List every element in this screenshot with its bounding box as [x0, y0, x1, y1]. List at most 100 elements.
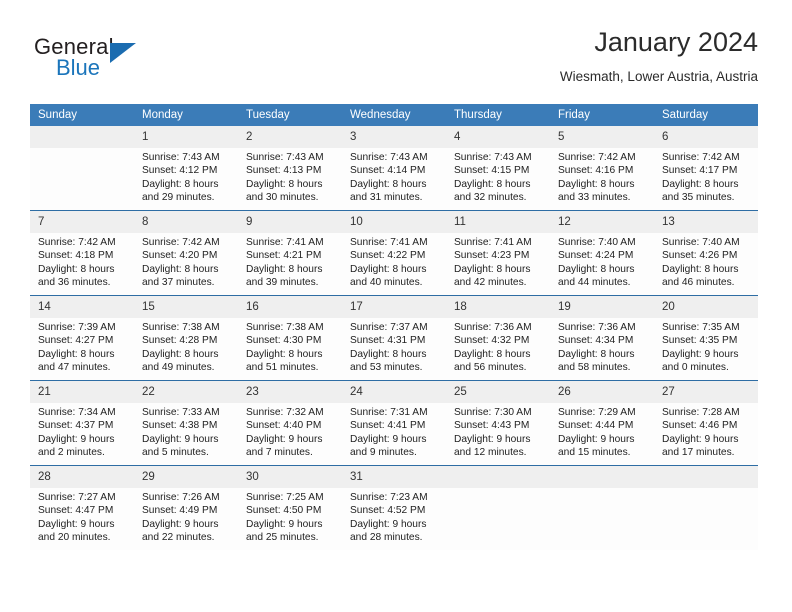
daylight-text-line1: Daylight: 9 hours	[38, 518, 115, 530]
day-cell[interactable]: 15 Sunrise: 7:38 AM Sunset: 4:28 PM Dayligh…	[134, 296, 238, 380]
daylight-text-line2: and 32 minutes.	[454, 192, 527, 204]
general-blue-logo[interactable]: General Blue	[34, 34, 149, 86]
day-details: Sunrise: 7:38 AM Sunset: 4:28 PM Daylight:…	[134, 318, 238, 375]
daylight-text-line2: and 2 minutes.	[38, 447, 105, 459]
sunrise-text: Sunrise: 7:23 AM	[350, 492, 428, 503]
calendar-cell: 11 Sunrise: 7:41 AM Sunset: 4:23 PM Dayligh…	[446, 210, 550, 296]
sunrise-text: Sunrise: 7:41 AM	[454, 237, 532, 248]
day-details: Sunrise: 7:26 AM Sunset: 4:49 PM Daylight:…	[134, 488, 238, 545]
daylight-text-line1: Daylight: 8 hours	[38, 348, 115, 360]
sunset-text: Sunset: 4:15 PM	[454, 165, 530, 177]
page-title: January 2024	[594, 27, 758, 57]
calendar-week-row: 21 Sunrise: 7:34 AM Sunset: 4:37 PM Dayligh…	[30, 380, 758, 466]
day-details: Sunrise: 7:30 AM Sunset: 4:43 PM Daylight:…	[446, 403, 550, 460]
day-cell	[550, 466, 654, 550]
day-cell[interactable]: 29 Sunrise: 7:26 AM Sunset: 4:49 PM Dayligh…	[134, 466, 238, 550]
day-cell[interactable]: 13 Sunrise: 7:40 AM Sunset: 4:26 PM Dayligh…	[654, 211, 758, 295]
daylight-text-line2: and 30 minutes.	[246, 192, 319, 204]
calendar-cell: 27 Sunrise: 7:28 AM Sunset: 4:46 PM Dayligh…	[654, 380, 758, 466]
day-cell[interactable]: 6 Sunrise: 7:42 AM Sunset: 4:17 PM Daylight…	[654, 126, 758, 210]
day-details: Sunrise: 7:43 AM Sunset: 4:12 PM Daylight:…	[134, 148, 238, 205]
day-cell[interactable]: 22 Sunrise: 7:33 AM Sunset: 4:38 PM Dayligh…	[134, 381, 238, 465]
day-cell[interactable]: 11 Sunrise: 7:41 AM Sunset: 4:23 PM Dayligh…	[446, 211, 550, 295]
day-cell[interactable]: 27 Sunrise: 7:28 AM Sunset: 4:46 PM Dayligh…	[654, 381, 758, 465]
day-number: 23	[238, 381, 342, 403]
daylight-text-line2: and 46 minutes.	[662, 277, 735, 289]
day-cell[interactable]: 30 Sunrise: 7:25 AM Sunset: 4:50 PM Dayligh…	[238, 466, 342, 550]
day-cell[interactable]: 18 Sunrise: 7:36 AM Sunset: 4:32 PM Dayligh…	[446, 296, 550, 380]
day-cell[interactable]: 14 Sunrise: 7:39 AM Sunset: 4:27 PM Dayligh…	[30, 296, 134, 380]
daylight-text-line2: and 22 minutes.	[142, 532, 215, 544]
calendar-cell: 14 Sunrise: 7:39 AM Sunset: 4:27 PM Dayligh…	[30, 295, 134, 381]
day-cell[interactable]: 3 Sunrise: 7:43 AM Sunset: 4:14 PM Daylight…	[342, 126, 446, 210]
day-number: 8	[134, 211, 238, 233]
calendar-cell: 8 Sunrise: 7:42 AM Sunset: 4:20 PM Daylight…	[134, 210, 238, 296]
sunrise-text: Sunrise: 7:36 AM	[454, 322, 532, 333]
day-number: 9	[238, 211, 342, 233]
daylight-text-line2: and 9 minutes.	[350, 447, 417, 459]
calendar-cell: 28 Sunrise: 7:27 AM Sunset: 4:47 PM Dayligh…	[30, 465, 134, 550]
day-cell[interactable]: 19 Sunrise: 7:36 AM Sunset: 4:34 PM Dayligh…	[550, 296, 654, 380]
day-cell[interactable]: 26 Sunrise: 7:29 AM Sunset: 4:44 PM Dayligh…	[550, 381, 654, 465]
day-details: Sunrise: 7:36 AM Sunset: 4:34 PM Daylight:…	[550, 318, 654, 375]
sunrise-text: Sunrise: 7:40 AM	[662, 237, 740, 248]
daylight-text-line1: Daylight: 8 hours	[142, 178, 219, 190]
day-cell[interactable]: 23 Sunrise: 7:32 AM Sunset: 4:40 PM Dayligh…	[238, 381, 342, 465]
day-cell[interactable]: 28 Sunrise: 7:27 AM Sunset: 4:47 PM Dayligh…	[30, 466, 134, 550]
calendar-cell	[550, 465, 654, 550]
day-cell[interactable]: 31 Sunrise: 7:23 AM Sunset: 4:52 PM Dayligh…	[342, 466, 446, 550]
day-number: 25	[446, 381, 550, 403]
calendar-week-row: 7 Sunrise: 7:42 AM Sunset: 4:18 PM Daylight…	[30, 210, 758, 296]
calendar-grid: Sunday Monday Tuesday Wednesday Thursday…	[30, 104, 758, 550]
sunset-text: Sunset: 4:41 PM	[350, 420, 426, 432]
calendar-cell	[654, 465, 758, 550]
day-number: 7	[30, 211, 134, 233]
calendar-cell: 7 Sunrise: 7:42 AM Sunset: 4:18 PM Daylight…	[30, 210, 134, 296]
daylight-text-line1: Daylight: 9 hours	[246, 518, 323, 530]
weekday-header-thursday: Thursday	[446, 104, 550, 126]
calendar-cell: 24 Sunrise: 7:31 AM Sunset: 4:41 PM Dayligh…	[342, 380, 446, 466]
day-cell[interactable]: 1 Sunrise: 7:43 AM Sunset: 4:12 PM Daylight…	[134, 126, 238, 210]
day-cell[interactable]: 8 Sunrise: 7:42 AM Sunset: 4:20 PM Daylight…	[134, 211, 238, 295]
day-details: Sunrise: 7:27 AM Sunset: 4:47 PM Daylight:…	[30, 488, 134, 545]
day-cell[interactable]: 2 Sunrise: 7:43 AM Sunset: 4:13 PM Daylight…	[238, 126, 342, 210]
sunrise-text: Sunrise: 7:42 AM	[38, 237, 116, 248]
day-cell[interactable]: 17 Sunrise: 7:37 AM Sunset: 4:31 PM Dayligh…	[342, 296, 446, 380]
day-cell[interactable]: 9 Sunrise: 7:41 AM Sunset: 4:21 PM Daylight…	[238, 211, 342, 295]
daylight-text-line1: Daylight: 8 hours	[350, 263, 427, 275]
day-details: Sunrise: 7:43 AM Sunset: 4:13 PM Daylight:…	[238, 148, 342, 205]
day-cell[interactable]: 10 Sunrise: 7:41 AM Sunset: 4:22 PM Dayligh…	[342, 211, 446, 295]
daylight-text-line1: Daylight: 9 hours	[454, 433, 531, 445]
day-details: Sunrise: 7:29 AM Sunset: 4:44 PM Daylight:…	[550, 403, 654, 460]
sunrise-text: Sunrise: 7:35 AM	[662, 322, 740, 333]
daylight-text-line2: and 49 minutes.	[142, 362, 215, 374]
sunrise-text: Sunrise: 7:27 AM	[38, 492, 116, 503]
sunrise-text: Sunrise: 7:29 AM	[558, 407, 636, 418]
day-cell[interactable]: 7 Sunrise: 7:42 AM Sunset: 4:18 PM Daylight…	[30, 211, 134, 295]
calendar-cell: 31 Sunrise: 7:23 AM Sunset: 4:52 PM Dayligh…	[342, 465, 446, 550]
daylight-text-line2: and 17 minutes.	[662, 447, 735, 459]
calendar-cell: 29 Sunrise: 7:26 AM Sunset: 4:49 PM Dayligh…	[134, 465, 238, 550]
calendar-week-row: 28 Sunrise: 7:27 AM Sunset: 4:47 PM Dayligh…	[30, 465, 758, 550]
daylight-text-line1: Daylight: 8 hours	[662, 178, 739, 190]
sunrise-text: Sunrise: 7:42 AM	[558, 152, 636, 163]
day-cell[interactable]: 12 Sunrise: 7:40 AM Sunset: 4:24 PM Dayligh…	[550, 211, 654, 295]
daylight-text-line1: Daylight: 9 hours	[246, 433, 323, 445]
daylight-text-line1: Daylight: 8 hours	[142, 263, 219, 275]
daylight-text-line1: Daylight: 8 hours	[454, 263, 531, 275]
day-cell[interactable]: 20 Sunrise: 7:35 AM Sunset: 4:35 PM Dayligh…	[654, 296, 758, 380]
day-details: Sunrise: 7:28 AM Sunset: 4:46 PM Daylight:…	[654, 403, 758, 460]
day-cell[interactable]: 4 Sunrise: 7:43 AM Sunset: 4:15 PM Daylight…	[446, 126, 550, 210]
day-cell[interactable]: 24 Sunrise: 7:31 AM Sunset: 4:41 PM Dayligh…	[342, 381, 446, 465]
day-cell[interactable]: 5 Sunrise: 7:42 AM Sunset: 4:16 PM Daylight…	[550, 126, 654, 210]
daylight-text-line2: and 28 minutes.	[350, 532, 423, 544]
day-cell[interactable]: 16 Sunrise: 7:38 AM Sunset: 4:30 PM Dayligh…	[238, 296, 342, 380]
day-details: Sunrise: 7:40 AM Sunset: 4:24 PM Daylight:…	[550, 233, 654, 290]
daylight-text-line2: and 5 minutes.	[142, 447, 209, 459]
daylight-text-line1: Daylight: 8 hours	[558, 178, 635, 190]
day-cell[interactable]: 21 Sunrise: 7:34 AM Sunset: 4:37 PM Dayligh…	[30, 381, 134, 465]
day-details: Sunrise: 7:42 AM Sunset: 4:16 PM Daylight:…	[550, 148, 654, 205]
day-details: Sunrise: 7:41 AM Sunset: 4:23 PM Daylight:…	[446, 233, 550, 290]
day-cell[interactable]: 25 Sunrise: 7:30 AM Sunset: 4:43 PM Dayligh…	[446, 381, 550, 465]
daylight-text-line2: and 36 minutes.	[38, 277, 111, 289]
